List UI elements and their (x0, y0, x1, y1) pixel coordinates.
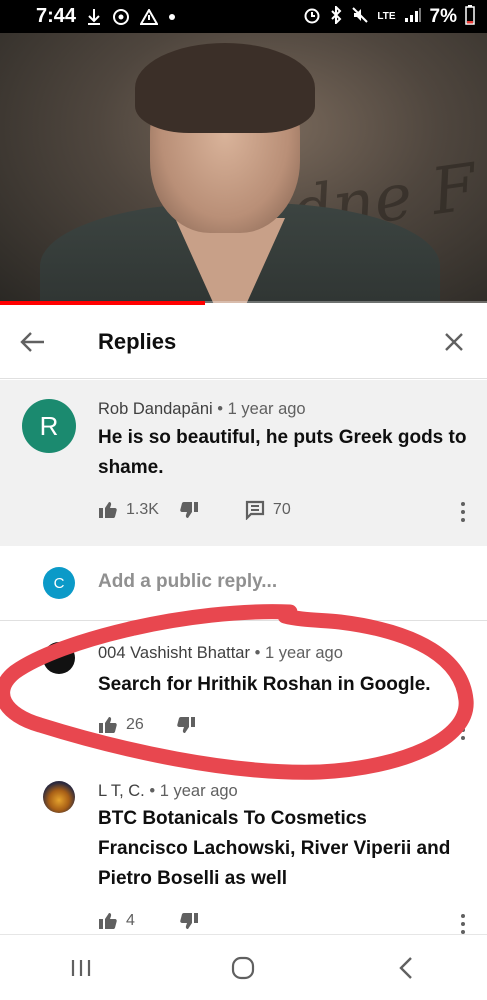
network-type: LTE (377, 11, 396, 22)
thumbs-up-icon (99, 913, 117, 929)
chevron-left-icon (399, 956, 412, 979)
list-item: L T, C. • 1 year ago BTC Botanicals To C… (0, 772, 487, 934)
like-count: 1.3K (126, 501, 159, 518)
comment-text: BTC Botanicals To Cosmetics Francisco La… (98, 804, 450, 894)
replies-header: Replies (0, 305, 487, 379)
comment-icon (245, 500, 265, 520)
signal-icon (404, 7, 422, 27)
comment-text-line: Pietro Boselli as well (98, 868, 288, 889)
home-icon (232, 956, 255, 979)
comment-meta: 004 Vashisht Bhattar • 1 year ago (98, 644, 343, 663)
thumbs-down-icon (177, 717, 195, 733)
comment-time: 1 year ago (227, 400, 306, 418)
avatar[interactable] (43, 642, 75, 674)
sync-icon (112, 8, 130, 26)
comment-time: 1 year ago (264, 644, 343, 662)
dislike-button[interactable] (179, 501, 199, 519)
thumbs-up-icon (99, 717, 117, 733)
video-figure-hair (135, 43, 315, 133)
like-button[interactable]: 26 (98, 716, 144, 734)
recent-apps-button[interactable] (46, 938, 116, 998)
recent-apps-icon (72, 959, 91, 976)
meta-separator: • (254, 644, 261, 662)
thumbs-up-icon (99, 502, 117, 518)
close-icon (445, 332, 463, 351)
comment-meta: Rob Dandapāni • 1 year ago (98, 400, 306, 419)
like-button[interactable]: 1.3K (98, 501, 159, 519)
video-player[interactable]: dne F (0, 33, 487, 303)
avatar: C (43, 567, 75, 599)
comment-actions: 4 (98, 912, 199, 930)
list-item: 004 Vashisht Bhattar • 1 year ago Search… (0, 622, 487, 772)
dislike-button[interactable] (179, 912, 199, 930)
comment-author[interactable]: Rob Dandapāni (98, 400, 213, 418)
home-button[interactable] (208, 938, 278, 998)
comment-meta: L T, C. • 1 year ago (98, 782, 238, 801)
more-options-button[interactable] (457, 914, 469, 934)
parent-comment: R Rob Dandapāni • 1 year ago He is so be… (0, 380, 487, 546)
thumbs-down-icon (180, 913, 198, 929)
reply-count-button[interactable]: 70 (245, 500, 291, 520)
avatar[interactable] (43, 781, 75, 813)
arrow-left-icon (20, 331, 44, 352)
warning-icon (140, 8, 159, 25)
close-button[interactable] (421, 305, 487, 379)
reply-count: 70 (272, 501, 291, 518)
like-button[interactable]: 4 (98, 912, 135, 930)
comment-actions: 1.3K 70 (98, 500, 291, 520)
meta-separator: • (149, 782, 156, 800)
system-back-button[interactable] (371, 938, 441, 998)
more-options-button[interactable] (457, 502, 469, 522)
status-time: 7:44 (36, 5, 77, 27)
reply-input[interactable]: Add a public reply... (98, 571, 277, 593)
like-count: 26 (126, 716, 144, 733)
battery-level: 7% (429, 5, 457, 27)
back-button[interactable] (0, 305, 66, 379)
comment-time: 1 year ago (159, 782, 238, 800)
add-reply-row: C Add a public reply... (0, 547, 487, 621)
battery-icon (465, 4, 475, 29)
dislike-button[interactable] (176, 716, 196, 734)
meta-separator: • (217, 400, 224, 418)
alarm-icon (303, 6, 321, 28)
comment-text: Search for Hrithik Roshan in Google. (98, 674, 431, 695)
page-title: Replies (98, 328, 177, 354)
comment-author[interactable]: 004 Vashisht Bhattar (98, 644, 250, 662)
like-count: 4 (126, 912, 135, 929)
comment-text: He is so beautiful, he puts Greek gods t… (98, 427, 467, 478)
comment-text-line: Francisco Lachowski, River Viperii and (98, 838, 451, 859)
thumbs-down-icon (180, 502, 198, 518)
comment-author[interactable]: L T, C. (98, 782, 145, 800)
more-options-button[interactable] (457, 720, 469, 740)
notification-dot-icon (168, 13, 176, 21)
system-nav-bar (0, 934, 487, 1000)
avatar[interactable]: R (22, 399, 76, 453)
bluetooth-icon (329, 4, 343, 28)
status-bar: 7:44 LTE 7% (0, 0, 487, 33)
download-icon (86, 8, 102, 26)
mute-icon (351, 6, 369, 28)
comment-text-line: BTC Botanicals To Cosmetics (98, 808, 367, 829)
comment-actions: 26 (98, 716, 196, 734)
